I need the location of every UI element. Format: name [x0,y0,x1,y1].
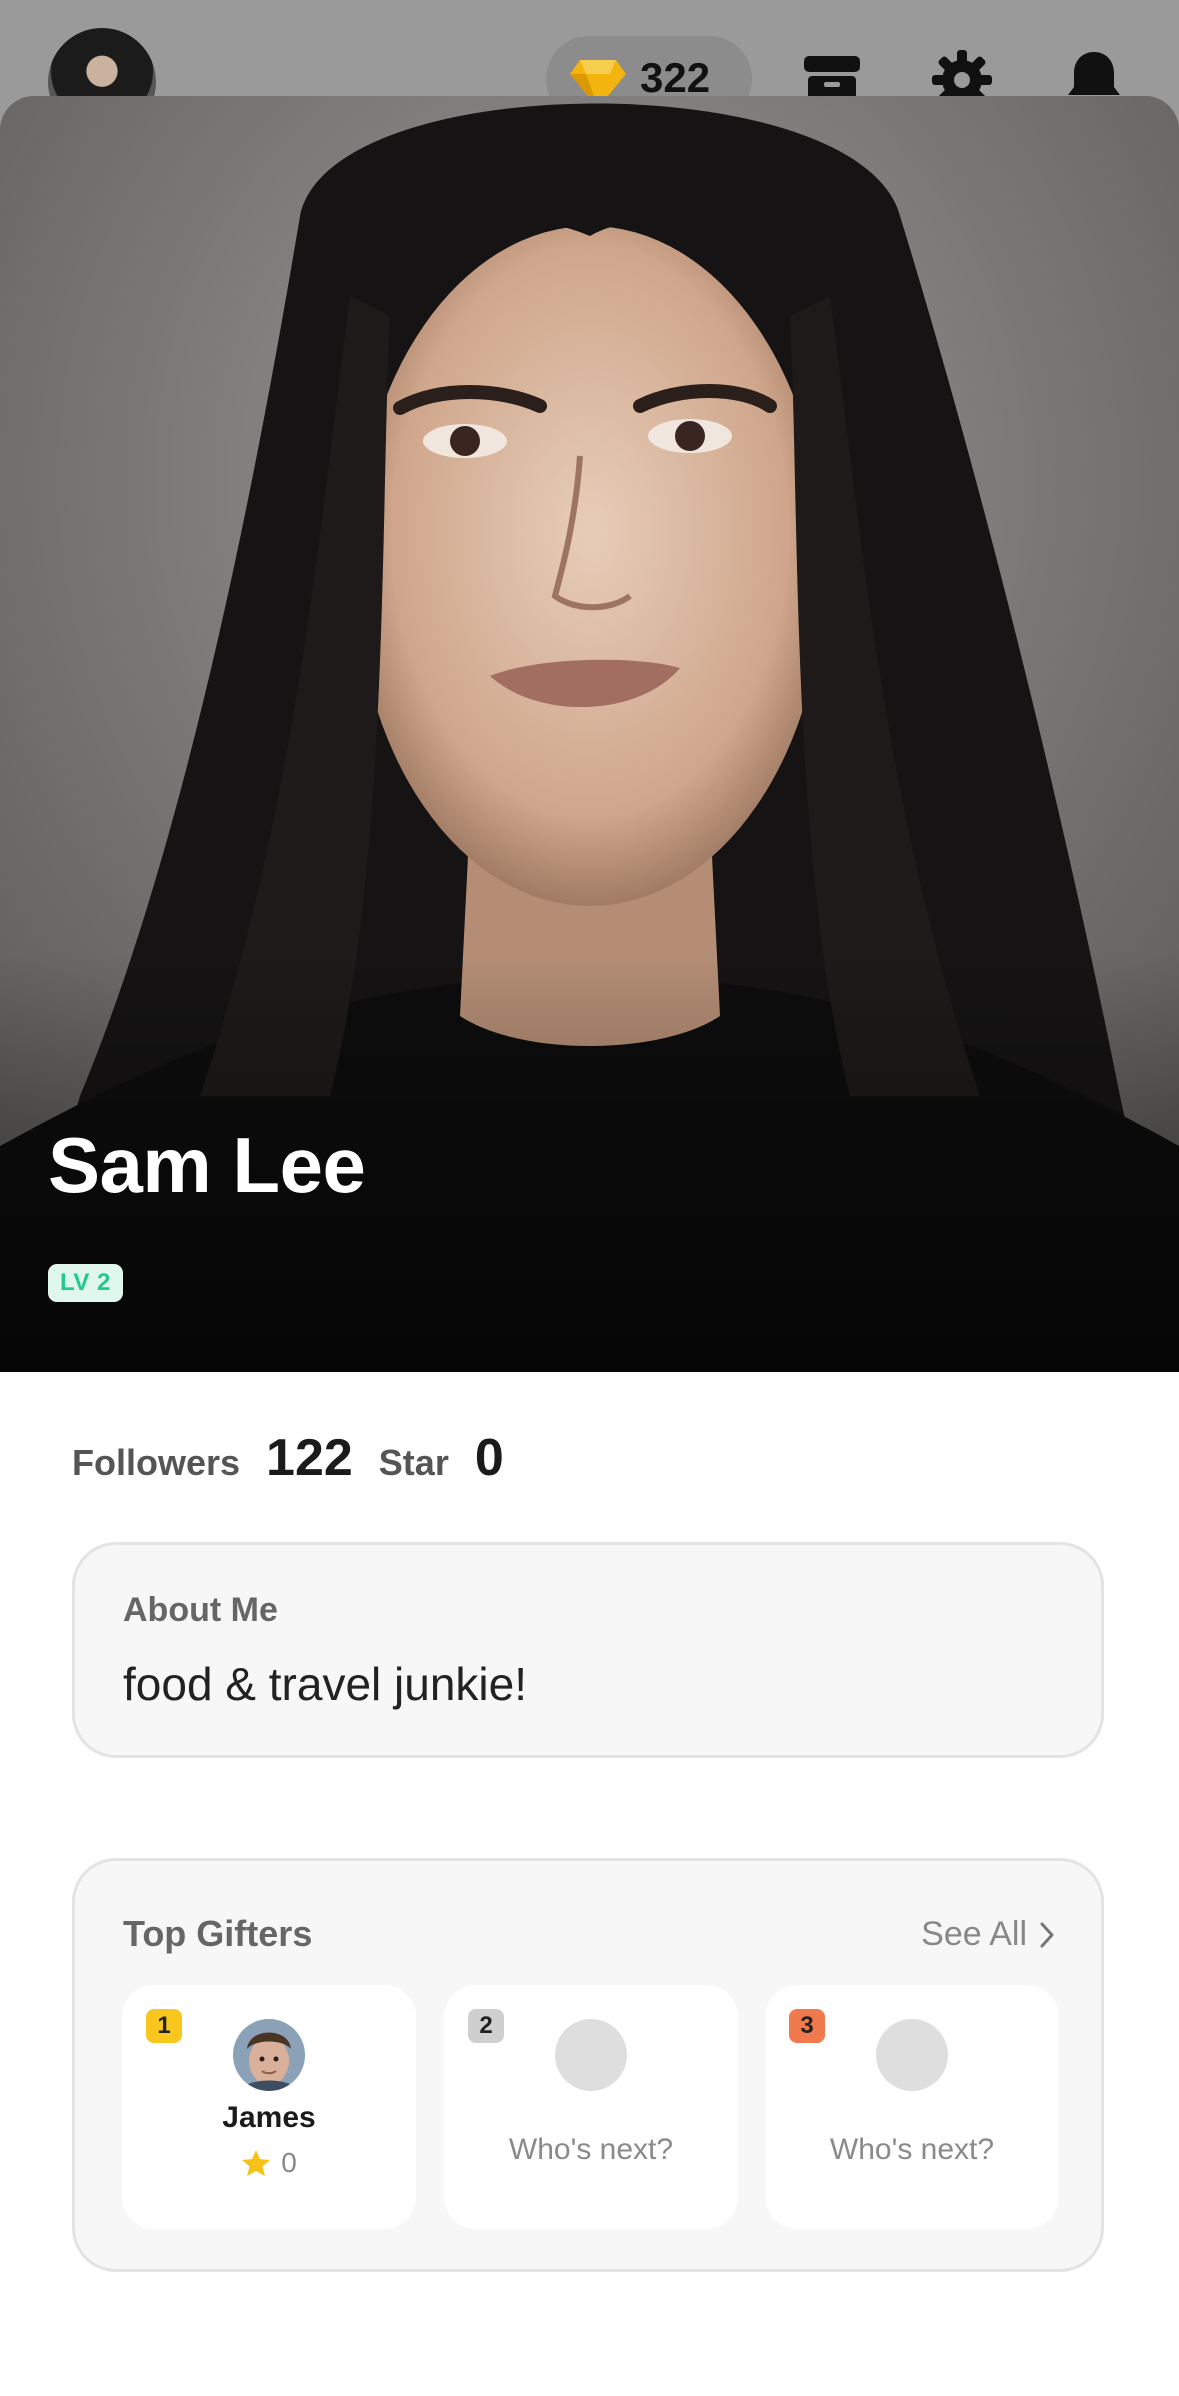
about-me-title: About Me [123,1591,278,1629]
empty-slot-text: Who's next? [829,2133,995,2166]
profile-stats: Followers 122 Star 0 [72,1428,530,1488]
star-count: 0 [474,1429,504,1487]
rank-badge-2: 2 [468,2009,504,2043]
gifter-slot-3[interactable]: 3 Who's next? [765,1985,1059,2229]
rank-badge-1: 1 [146,2009,182,2043]
gifter-slot-2[interactable]: 2 Who's next? [444,1985,738,2229]
chevron-right-icon [1040,1922,1054,1947]
gem-count: 322 [640,54,711,101]
gifter-slot-1[interactable]: 1 James 0 [122,1985,416,2229]
empty-slot-text: Who's next? [508,2133,674,2166]
followers-label[interactable]: Followers [72,1442,240,1484]
gifter-star-count: 0 [281,2147,297,2178]
star-icon [242,2150,271,2176]
see-all-label: See All [921,1915,1027,1953]
followers-count[interactable]: 122 [266,1428,353,1488]
level-badge: LV 2 [48,1264,123,1302]
gifter-stars: 0 [122,2147,416,2179]
star-label: Star [378,1442,449,1483]
profile-photo-card: Sam Lee LV 2 [0,96,1179,1372]
about-me-text: food & travel junkie! [123,1658,528,1710]
top-gifters-card: Top Gifters See All 1 James 0 2 Who's ne… [72,1858,1104,2272]
see-all-button[interactable]: See All [921,1915,1055,1954]
empty-avatar [876,2019,948,2091]
rank-badge-3: 3 [789,2009,825,2043]
profile-name: Sam Lee [48,1121,366,1209]
gifter-name: James [222,2101,316,2134]
top-gifters-title: Top Gifters [123,1913,313,1954]
gifter-avatar [233,2019,305,2091]
empty-avatar [555,2019,627,2091]
about-me-card: About Me food & travel junkie! [72,1542,1104,1758]
